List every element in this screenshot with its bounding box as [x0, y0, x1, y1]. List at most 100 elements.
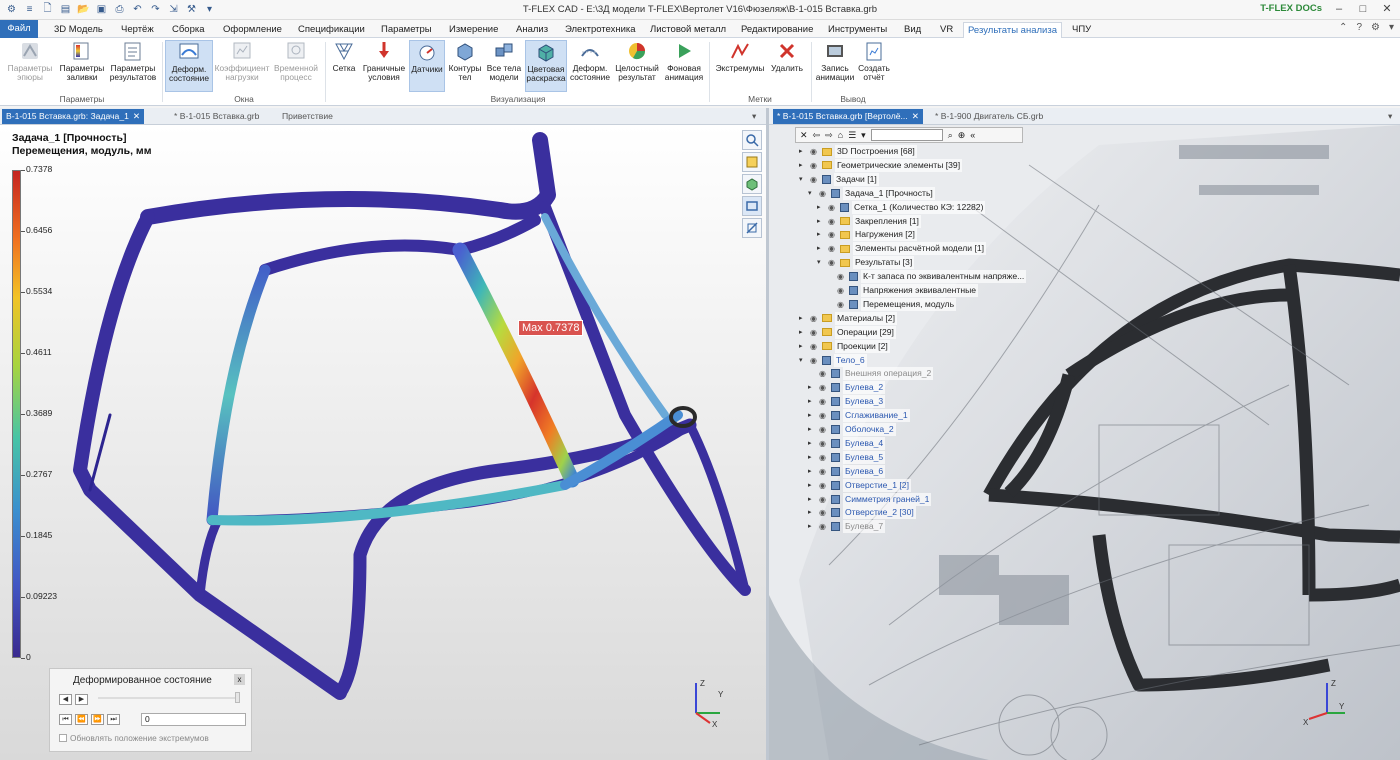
visibility-eye-icon[interactable]: ◉ — [810, 354, 819, 367]
tree-node[interactable]: ▸ ◉ Закрепления [1] — [817, 214, 921, 228]
deform-state-window-button[interactable]: Деформ. состояние — [165, 40, 213, 92]
tab-file[interactable]: Файл — [0, 20, 38, 38]
tree-node[interactable]: ▾ ◉ Тело_6 — [799, 353, 867, 367]
expand-arrow-icon[interactable]: ▾ — [799, 173, 807, 186]
settings-icon[interactable]: ⚙ — [1371, 22, 1380, 33]
export-icon[interactable]: ⇲ — [166, 2, 181, 17]
visibility-eye-icon[interactable]: ◉ — [810, 145, 819, 158]
rewind-icon[interactable]: ⏪ — [75, 714, 88, 725]
fast-forward-icon[interactable]: ⏩ — [91, 714, 104, 725]
tree-node[interactable]: ◉ Напряжения эквивалентные — [826, 284, 979, 297]
tools-icon[interactable]: ⚒ — [184, 2, 199, 17]
deform-slider-handle[interactable] — [235, 692, 240, 703]
tree-search-input[interactable] — [870, 129, 943, 141]
visibility-eye-icon[interactable]: ◉ — [819, 423, 828, 436]
collapse-ribbon-icon[interactable]: ⌃ — [1339, 22, 1347, 33]
tree-node[interactable]: ▸ ◉ Материалы [2] — [799, 311, 897, 325]
expand-arrow-icon[interactable]: ▸ — [817, 242, 825, 255]
tab-assembly[interactable]: Сборка — [168, 22, 209, 38]
background-animation-button[interactable]: Фоновая анимация — [663, 40, 705, 92]
expand-arrow-icon[interactable]: ▸ — [808, 479, 816, 492]
visibility-eye-icon[interactable]: ◉ — [828, 256, 837, 269]
options-icon[interactable]: ▾ — [1389, 22, 1394, 33]
expand-arrow-icon[interactable]: ▸ — [799, 145, 807, 158]
tab-vr[interactable]: VR — [936, 22, 957, 38]
expand-arrow-icon[interactable]: ▸ — [808, 506, 816, 519]
select-mode-icon[interactable] — [742, 152, 762, 172]
tab-specifications[interactable]: Спецификации — [294, 22, 369, 38]
tree-node[interactable]: ◉ К-т запаса по эквивалентным напряже... — [826, 270, 1027, 284]
doc-tab-helicopter[interactable]: * В-1-015 Вставка.grb [Вертолё... ✕ — [773, 109, 923, 124]
tree-node[interactable]: ◉ Перемещения, модуль — [826, 297, 957, 311]
whole-result-button[interactable]: Целостный результат — [613, 40, 661, 92]
step-back-icon[interactable]: ◀ — [59, 694, 72, 705]
docs-button[interactable]: T-FLEX DOCs — [1260, 3, 1322, 14]
expand-arrow-icon[interactable]: ▸ — [799, 312, 807, 325]
visibility-eye-icon[interactable]: ◉ — [810, 340, 819, 353]
visibility-eye-icon[interactable]: ◉ — [828, 228, 837, 241]
load-factor-button[interactable]: Коэффициент нагрузки — [214, 40, 270, 92]
tree-node[interactable]: ▸ ◉ Нагружения [2] — [817, 228, 917, 242]
print-icon[interactable]: ⎙ — [112, 2, 127, 17]
visibility-eye-icon[interactable]: ◉ — [810, 312, 819, 325]
max-value-label[interactable]: Max 0.7378 — [518, 320, 584, 336]
color-fill-button[interactable]: Цветовая раскраска — [525, 40, 567, 92]
visibility-eye-icon[interactable]: ◉ — [819, 395, 828, 408]
fem-model[interactable] — [0, 125, 766, 760]
tab-editing[interactable]: Редактирование — [737, 22, 817, 38]
visibility-eye-icon[interactable]: ◉ — [828, 201, 837, 214]
analysis-viewport[interactable]: Задача_1 [Прочность] Перемещения, модуль… — [0, 125, 766, 760]
visibility-eye-icon[interactable]: ◉ — [819, 187, 828, 200]
expand-arrow-icon[interactable]: ▸ — [808, 451, 816, 464]
visibility-eye-icon[interactable]: ◉ — [819, 520, 828, 533]
redo-icon[interactable]: ↷ — [148, 2, 163, 17]
visibility-eye-icon[interactable]: ◉ — [819, 437, 828, 450]
close-button[interactable]: ✕ — [1380, 2, 1394, 15]
visibility-eye-icon[interactable]: ◉ — [837, 270, 846, 283]
tree-node[interactable]: ▸ ◉ Элементы расчётной модели [1] — [817, 242, 987, 256]
delete-marks-button[interactable]: Удалить — [769, 40, 805, 92]
tree-node[interactable]: ▾ ◉ Результаты [3] — [817, 256, 915, 270]
tab-analysis[interactable]: Анализ — [512, 22, 552, 38]
tree-node[interactable]: ▸ ◉ Сетка_1 (Количество КЭ: 12282) — [817, 200, 986, 214]
sensors-button[interactable]: Датчики — [409, 40, 445, 92]
visibility-eye-icon[interactable]: ◉ — [837, 284, 846, 297]
tab-sheet-metal[interactable]: Листовой металл — [646, 22, 730, 38]
shading-mode-icon[interactable] — [742, 174, 762, 194]
tree-node[interactable]: ▸ ◉ Отверстие_2 [30] — [808, 506, 916, 520]
open-folder-icon[interactable]: 📂 — [76, 2, 91, 17]
tab-3d-model[interactable]: 3D Модель — [50, 22, 107, 38]
visibility-eye-icon[interactable]: ◉ — [828, 242, 837, 255]
tree-node[interactable]: ▾ ◉ Задача_1 [Прочность] — [808, 186, 935, 200]
home-icon[interactable]: ⌂ — [838, 130, 843, 140]
customize-icon[interactable]: ▾ — [202, 2, 217, 17]
last-frame-icon[interactable]: ⏭ — [107, 714, 120, 725]
expand-arrow-icon[interactable]: ▸ — [808, 395, 816, 408]
visibility-eye-icon[interactable]: ◉ — [810, 159, 819, 172]
fill-params-button[interactable]: Параметры заливки — [57, 40, 107, 92]
body-contours-button[interactable]: Контуры тел — [447, 40, 483, 92]
update-extremums-checkbox[interactable]: Обновлять положение экстремумов — [59, 733, 209, 743]
view-orient-icon[interactable] — [742, 196, 762, 216]
expand-arrow-icon[interactable]: ▸ — [799, 159, 807, 172]
tab-formatting[interactable]: Оформление — [219, 22, 286, 38]
close-tree-icon[interactable]: ✕ — [800, 130, 808, 141]
doc-tab-insert[interactable]: * В-1-015 Вставка.grb — [170, 109, 263, 124]
expand-arrow-icon[interactable]: ▸ — [799, 326, 807, 339]
template-icon[interactable]: ▤ — [58, 2, 73, 17]
create-report-button[interactable]: Создать отчёт — [857, 40, 891, 92]
expand-arrow-icon[interactable]: ▸ — [808, 409, 816, 422]
expand-arrow-icon[interactable]: ▸ — [817, 201, 825, 214]
tree-node[interactable]: ▾ ◉ Задачи [1] — [799, 172, 879, 186]
assembly-viewport[interactable]: ✕ ⇦ ⇨ ⌂ ☰ ▾ ⌕ ⊕ « ▸ ◉ 3D Построения [68] ▸ ◉… — [769, 125, 1400, 760]
tree-node[interactable]: ▸ ◉ Геометрические элементы [39] — [799, 158, 963, 172]
deform-slider-track[interactable] — [98, 697, 238, 699]
result-params-button[interactable]: Параметры результатов — [108, 40, 158, 92]
visibility-eye-icon[interactable]: ◉ — [828, 215, 837, 228]
expand-arrow-icon[interactable]: ▾ — [799, 354, 807, 367]
visibility-eye-icon[interactable]: ◉ — [810, 326, 819, 339]
close-tab-icon[interactable]: ✕ — [133, 111, 140, 121]
tree-node[interactable]: ▸ ◉ Булева_7 — [808, 520, 886, 534]
back-arrow-icon[interactable]: ⇦ — [813, 130, 821, 141]
new-file-icon[interactable]: 🗋 — [40, 2, 55, 17]
